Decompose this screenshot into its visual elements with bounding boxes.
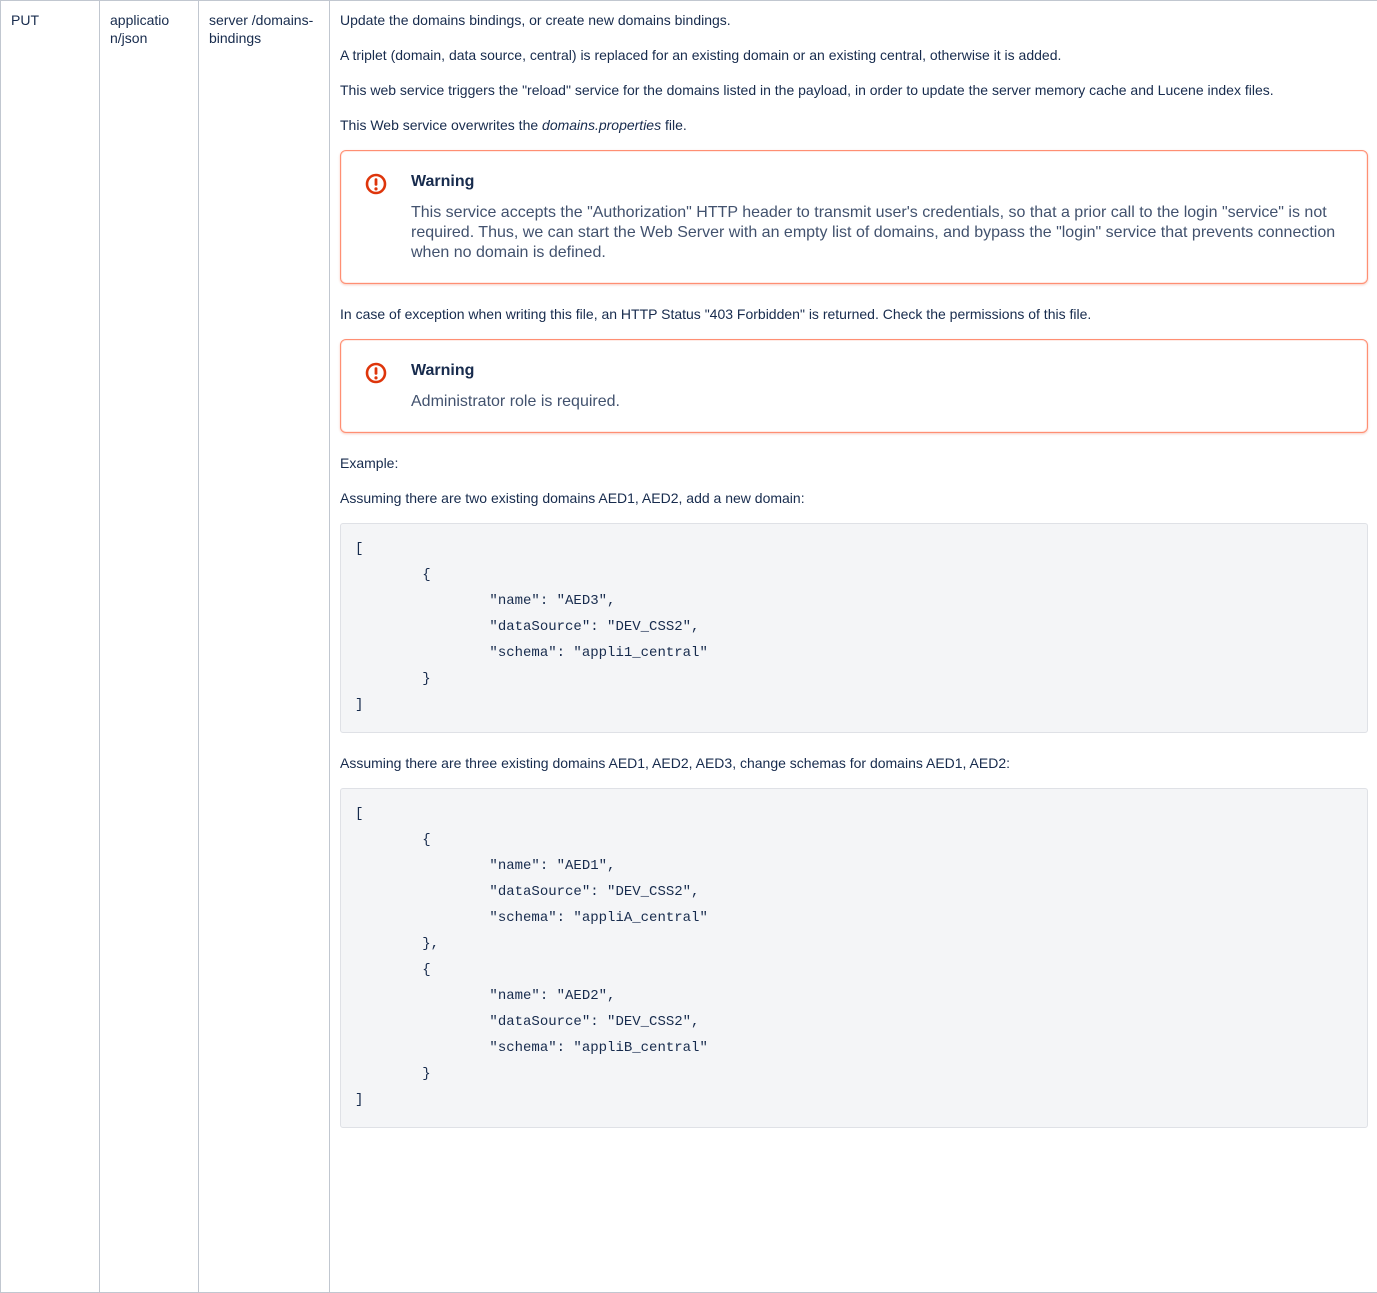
exception-paragraph: In case of exception when writing this f… — [340, 304, 1368, 324]
code-text: [ { "name": "AED3", "dataSource": "DEV_C… — [355, 536, 1353, 718]
code-text: [ { "name": "AED1", "dataSource": "DEV_C… — [355, 801, 1353, 1113]
exclamation-circle-icon — [364, 172, 388, 196]
warning-body: This service accepts the "Authorization"… — [411, 203, 1347, 263]
code-block: [ { "name": "AED1", "dataSource": "DEV_C… — [340, 788, 1368, 1128]
properties-filename: domains.properties — [542, 117, 661, 133]
code-block: [ { "name": "AED3", "dataSource": "DEV_C… — [340, 523, 1368, 733]
warning-title: Warning — [411, 360, 1347, 382]
warning-body: Administrator role is required. — [411, 392, 1347, 412]
api-table: PUT applicatio n/json server /domains- b… — [0, 0, 1377, 1293]
warning-panel: Warning This service accepts the "Author… — [340, 150, 1368, 284]
overwrite-prefix: This Web service overwrites the — [340, 117, 542, 133]
intro-paragraph: Update the domains bindings, or create n… — [340, 10, 1368, 30]
triplet-paragraph: A triplet (domain, data source, central)… — [340, 45, 1368, 65]
method-cell: PUT — [1, 1, 100, 1293]
table-row: PUT applicatio n/json server /domains- b… — [1, 1, 1377, 1293]
resource-path: server /domains- bindings — [209, 11, 319, 47]
example2-intro: Assuming there are three existing domain… — [340, 753, 1368, 773]
exclamation-circle-icon — [364, 361, 388, 385]
http-method: PUT — [11, 11, 89, 29]
reload-paragraph: This web service triggers the "reload" s… — [340, 80, 1368, 100]
warning-panel: Warning Administrator role is required. — [340, 339, 1368, 433]
overwrite-suffix: file. — [661, 117, 687, 133]
description-cell: Update the domains bindings, or create n… — [330, 1, 1377, 1293]
content-type-cell: applicatio n/json — [100, 1, 199, 1293]
overwrite-paragraph: This Web service overwrites the domains.… — [340, 115, 1368, 135]
path-cell: server /domains- bindings — [199, 1, 330, 1293]
content-type: applicatio n/json — [110, 11, 188, 47]
example-label: Example: — [340, 453, 1368, 473]
example1-intro: Assuming there are two existing domains … — [340, 488, 1368, 508]
warning-title: Warning — [411, 171, 1347, 193]
